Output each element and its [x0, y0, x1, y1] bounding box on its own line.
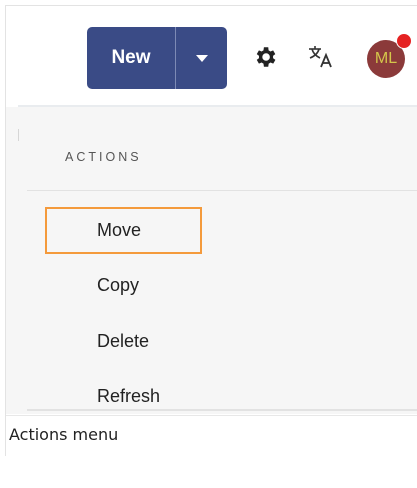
- top-toolbar: New ML: [6, 6, 417, 105]
- heading-divider: [27, 190, 417, 191]
- notification-dot: [396, 33, 412, 49]
- caption-divider: [6, 415, 417, 416]
- panel-edge-mark: [18, 129, 19, 141]
- caret-down-icon: [195, 54, 208, 62]
- new-button-group: New: [87, 27, 227, 89]
- menu-bottom-divider: [27, 409, 417, 411]
- new-dropdown-button[interactable]: [176, 27, 227, 89]
- avatar-initials: ML: [374, 50, 398, 67]
- menu-item-copy[interactable]: Copy: [45, 262, 202, 309]
- gear-icon[interactable]: [252, 44, 278, 70]
- new-button[interactable]: New: [87, 27, 175, 89]
- actions-heading: ACTIONS: [65, 150, 142, 164]
- translate-icon[interactable]: [307, 43, 335, 69]
- menu-item-refresh[interactable]: Refresh: [45, 373, 202, 420]
- menu-item-move[interactable]: Move: [45, 207, 202, 254]
- figure-caption: Actions menu: [9, 425, 119, 444]
- menu-item-delete[interactable]: Delete: [45, 318, 202, 365]
- screenshot-frame: New ML ACTIONS Move Copy Delete Refresh …: [5, 5, 417, 456]
